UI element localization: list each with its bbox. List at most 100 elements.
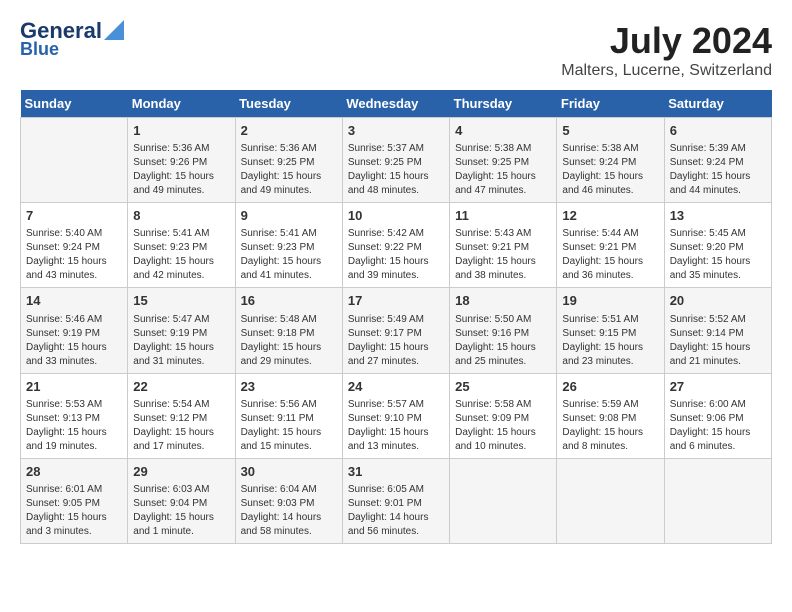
day-number: 31 <box>348 463 444 481</box>
calendar-table: SundayMondayTuesdayWednesdayThursdayFrid… <box>20 90 772 544</box>
day-number: 27 <box>670 378 766 396</box>
calendar-week-row: 1 Sunrise: 5:36 AMSunset: 9:26 PMDaylight… <box>21 118 772 203</box>
day-number: 16 <box>241 292 337 310</box>
calendar-cell: 28 Sunrise: 6:01 AMSunset: 9:05 PMDayligh… <box>21 458 128 543</box>
calendar-cell <box>557 458 664 543</box>
day-number: 17 <box>348 292 444 310</box>
calendar-cell: 23 Sunrise: 5:56 AMSunset: 9:11 PMDayligh… <box>235 373 342 458</box>
calendar-cell: 2 Sunrise: 5:36 AMSunset: 9:25 PMDaylight… <box>235 118 342 203</box>
calendar-cell: 6Sunrise: 5:39 AMSunset: 9:24 PMDaylight… <box>664 118 771 203</box>
calendar-cell <box>21 118 128 203</box>
day-info: Sunrise: 5:41 AMSunset: 9:23 PMDaylight:… <box>133 227 229 283</box>
day-number: 24 <box>348 378 444 396</box>
day-number: 12 <box>562 207 658 225</box>
day-number: 5 <box>562 122 658 140</box>
calendar-cell <box>450 458 557 543</box>
day-info: Sunrise: 5:38 AMSunset: 9:24 PMDaylight:… <box>562 142 658 198</box>
calendar-cell: 27Sunrise: 6:00 AMSunset: 9:06 PMDayligh… <box>664 373 771 458</box>
day-number: 29 <box>133 463 229 481</box>
day-info: Sunrise: 5:59 AMSunset: 9:08 PMDaylight:… <box>562 398 658 454</box>
day-info: Sunrise: 5:47 AMSunset: 9:19 PMDaylight:… <box>133 313 229 369</box>
calendar-body: 1 Sunrise: 5:36 AMSunset: 9:26 PMDaylight… <box>21 118 772 544</box>
page-subtitle: Malters, Lucerne, Switzerland <box>561 62 772 80</box>
calendar-cell: 21 Sunrise: 5:53 AMSunset: 9:13 PMDayligh… <box>21 373 128 458</box>
day-number: 21 <box>26 378 122 396</box>
calendar-cell: 11 Sunrise: 5:43 AMSunset: 9:21 PMDayligh… <box>450 203 557 288</box>
logo-arrow-icon <box>104 20 124 40</box>
calendar-cell: 26Sunrise: 5:59 AMSunset: 9:08 PMDayligh… <box>557 373 664 458</box>
calendar-cell: 19 Sunrise: 5:51 AMSunset: 9:15 PMDayligh… <box>557 288 664 373</box>
calendar-cell: 4 Sunrise: 5:38 AMSunset: 9:25 PMDaylight… <box>450 118 557 203</box>
header-cell-monday: Monday <box>128 90 235 118</box>
page-title: July 2024 <box>561 20 772 62</box>
day-number: 28 <box>26 463 122 481</box>
day-info: Sunrise: 6:04 AMSunset: 9:03 PMDaylight:… <box>241 483 337 539</box>
day-info: Sunrise: 5:54 AMSunset: 9:12 PMDaylight:… <box>133 398 229 454</box>
day-info: Sunrise: 5:50 AMSunset: 9:16 PMDaylight:… <box>455 313 551 369</box>
day-number: 23 <box>241 378 337 396</box>
day-number: 1 <box>133 122 229 140</box>
day-number: 10 <box>348 207 444 225</box>
day-number: 30 <box>241 463 337 481</box>
title-area: July 2024 Malters, Lucerne, Switzerland <box>561 20 772 80</box>
day-info: Sunrise: 5:43 AMSunset: 9:21 PMDaylight:… <box>455 227 551 283</box>
day-info: Sunrise: 5:38 AMSunset: 9:25 PMDaylight:… <box>455 142 551 198</box>
day-number: 15 <box>133 292 229 310</box>
calendar-cell: 30 Sunrise: 6:04 AMSunset: 9:03 PMDayligh… <box>235 458 342 543</box>
day-info: Sunrise: 5:53 AMSunset: 9:13 PMDaylight:… <box>26 398 122 454</box>
header-cell-wednesday: Wednesday <box>342 90 449 118</box>
calendar-week-row: 28 Sunrise: 6:01 AMSunset: 9:05 PMDayligh… <box>21 458 772 543</box>
day-number: 25 <box>455 378 551 396</box>
calendar-cell: 1 Sunrise: 5:36 AMSunset: 9:26 PMDaylight… <box>128 118 235 203</box>
day-number: 7 <box>26 207 122 225</box>
calendar-cell: 3 Sunrise: 5:37 AMSunset: 9:25 PMDaylight… <box>342 118 449 203</box>
header-row: SundayMondayTuesdayWednesdayThursdayFrid… <box>21 90 772 118</box>
day-info: Sunrise: 5:36 AMSunset: 9:26 PMDaylight:… <box>133 142 229 198</box>
day-info: Sunrise: 5:46 AMSunset: 9:19 PMDaylight:… <box>26 313 122 369</box>
day-number: 14 <box>26 292 122 310</box>
calendar-header: SundayMondayTuesdayWednesdayThursdayFrid… <box>21 90 772 118</box>
day-number: 3 <box>348 122 444 140</box>
day-number: 6 <box>670 122 766 140</box>
day-number: 18 <box>455 292 551 310</box>
calendar-week-row: 21 Sunrise: 5:53 AMSunset: 9:13 PMDayligh… <box>21 373 772 458</box>
calendar-cell: 31 Sunrise: 6:05 AMSunset: 9:01 PMDayligh… <box>342 458 449 543</box>
day-info: Sunrise: 5:41 AMSunset: 9:23 PMDaylight:… <box>241 227 337 283</box>
day-info: Sunrise: 6:01 AMSunset: 9:05 PMDaylight:… <box>26 483 122 539</box>
day-info: Sunrise: 5:51 AMSunset: 9:15 PMDaylight:… <box>562 313 658 369</box>
calendar-week-row: 7 Sunrise: 5:40 AMSunset: 9:24 PMDaylight… <box>21 203 772 288</box>
calendar-cell: 15 Sunrise: 5:47 AMSunset: 9:19 PMDayligh… <box>128 288 235 373</box>
calendar-cell: 10 Sunrise: 5:42 AMSunset: 9:22 PMDayligh… <box>342 203 449 288</box>
day-number: 2 <box>241 122 337 140</box>
header-cell-sunday: Sunday <box>21 90 128 118</box>
day-info: Sunrise: 6:05 AMSunset: 9:01 PMDaylight:… <box>348 483 444 539</box>
calendar-week-row: 14 Sunrise: 5:46 AMSunset: 9:19 PMDayligh… <box>21 288 772 373</box>
calendar-cell: 17 Sunrise: 5:49 AMSunset: 9:17 PMDayligh… <box>342 288 449 373</box>
day-info: Sunrise: 6:03 AMSunset: 9:04 PMDaylight:… <box>133 483 229 539</box>
calendar-cell: 7 Sunrise: 5:40 AMSunset: 9:24 PMDaylight… <box>21 203 128 288</box>
calendar-cell: 22Sunrise: 5:54 AMSunset: 9:12 PMDayligh… <box>128 373 235 458</box>
header-cell-tuesday: Tuesday <box>235 90 342 118</box>
day-info: Sunrise: 5:40 AMSunset: 9:24 PMDaylight:… <box>26 227 122 283</box>
calendar-cell: 18 Sunrise: 5:50 AMSunset: 9:16 PMDayligh… <box>450 288 557 373</box>
day-info: Sunrise: 5:42 AMSunset: 9:22 PMDaylight:… <box>348 227 444 283</box>
day-number: 11 <box>455 207 551 225</box>
day-number: 19 <box>562 292 658 310</box>
calendar-cell: 8 Sunrise: 5:41 AMSunset: 9:23 PMDaylight… <box>128 203 235 288</box>
day-info: Sunrise: 5:58 AMSunset: 9:09 PMDaylight:… <box>455 398 551 454</box>
calendar-cell: 12Sunrise: 5:44 AMSunset: 9:21 PMDayligh… <box>557 203 664 288</box>
day-number: 8 <box>133 207 229 225</box>
day-number: 20 <box>670 292 766 310</box>
day-info: Sunrise: 5:56 AMSunset: 9:11 PMDaylight:… <box>241 398 337 454</box>
calendar-cell: 9Sunrise: 5:41 AMSunset: 9:23 PMDaylight… <box>235 203 342 288</box>
day-info: Sunrise: 5:37 AMSunset: 9:25 PMDaylight:… <box>348 142 444 198</box>
day-info: Sunrise: 5:49 AMSunset: 9:17 PMDaylight:… <box>348 313 444 369</box>
day-info: Sunrise: 5:52 AMSunset: 9:14 PMDaylight:… <box>670 313 766 369</box>
logo-text-blue: Blue <box>20 40 59 58</box>
calendar-cell: 29 Sunrise: 6:03 AMSunset: 9:04 PMDayligh… <box>128 458 235 543</box>
calendar-cell: 25 Sunrise: 5:58 AMSunset: 9:09 PMDayligh… <box>450 373 557 458</box>
day-info: Sunrise: 5:36 AMSunset: 9:25 PMDaylight:… <box>241 142 337 198</box>
calendar-cell: 16Sunrise: 5:48 AMSunset: 9:18 PMDayligh… <box>235 288 342 373</box>
day-number: 4 <box>455 122 551 140</box>
day-info: Sunrise: 5:45 AMSunset: 9:20 PMDaylight:… <box>670 227 766 283</box>
